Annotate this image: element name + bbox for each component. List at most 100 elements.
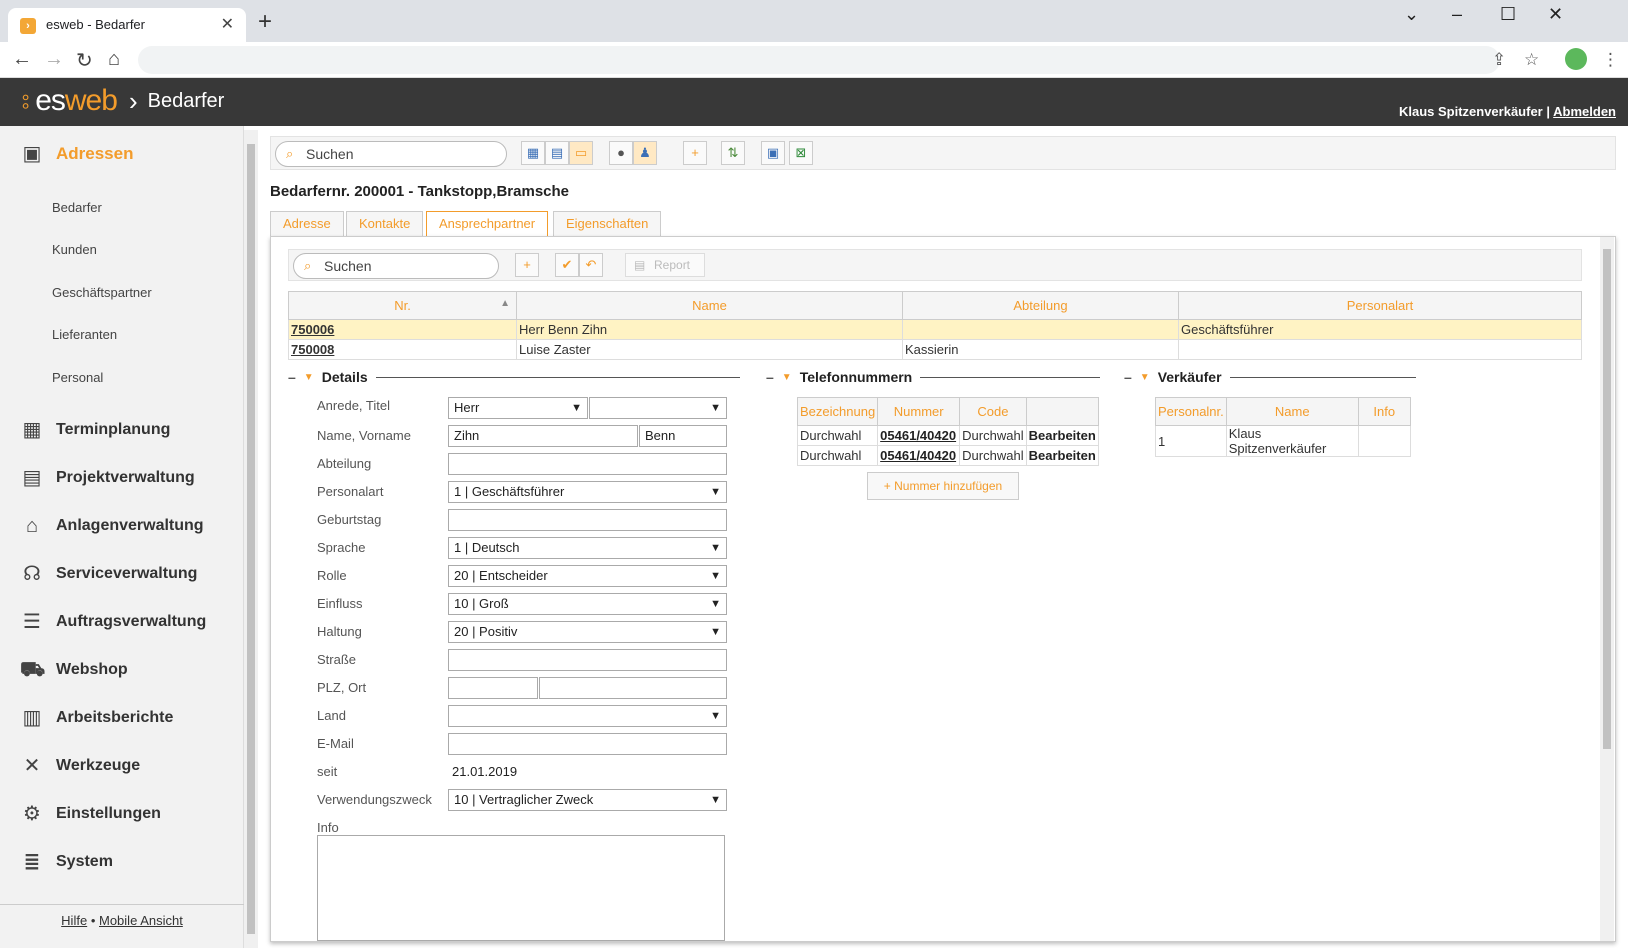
column-header-name[interactable]: Name	[516, 291, 903, 320]
share-icon[interactable]: ⇪	[1492, 50, 1506, 70]
column-header-seller-name[interactable]: Name	[1225, 397, 1359, 426]
phone-number-link[interactable]: 05461/40420	[880, 428, 956, 443]
rolle-select[interactable]: 20 | Entscheider ▼	[448, 565, 727, 587]
column-header-personalnr[interactable]: Personalnr.	[1155, 397, 1227, 426]
sort-icon[interactable]: ⇅	[721, 141, 745, 165]
sidebar-item-anlagenverwaltung[interactable]: ⌂ Anlagenverwaltung	[20, 514, 204, 538]
sidebar-sub-bedarfer[interactable]: Bedarfer	[52, 200, 102, 215]
sidebar-sub-kunden[interactable]: Kunden	[52, 242, 97, 257]
sidebar-sub-personal[interactable]: Personal	[52, 370, 103, 385]
browser-tab[interactable]: › esweb - Bedarfer ✕	[8, 8, 246, 42]
geburtstag-input[interactable]	[448, 509, 727, 531]
column-header-nummer[interactable]: Nummer	[877, 397, 961, 426]
firstname-input[interactable]: Benn	[639, 425, 727, 447]
window-close-icon[interactable]: ✕	[1548, 4, 1563, 25]
sellers-section-header[interactable]: – ▼ Verkäufer	[1124, 369, 1416, 385]
bookmark-star-icon[interactable]: ☆	[1524, 50, 1539, 70]
table-row[interactable]: 750008 Luise Zaster Kassierin	[288, 339, 1582, 360]
contact-person-icon[interactable]: ♟	[633, 141, 657, 165]
sidebar-item-system[interactable]: ≣ System	[20, 850, 113, 874]
add-icon[interactable]: +	[683, 141, 707, 165]
folder-icon[interactable]: ▭	[569, 141, 593, 165]
save-check-icon[interactable]: ✔	[555, 253, 579, 277]
detail-view-icon[interactable]: ▤	[545, 141, 569, 165]
chevron-down-icon[interactable]: ⌄	[1404, 4, 1419, 25]
tab-close-icon[interactable]: ✕	[221, 14, 234, 34]
sidebar-item-werkzeuge[interactable]: ✕ Werkzeuge	[20, 754, 141, 778]
reload-icon[interactable]: ↻	[76, 48, 93, 73]
table-view-icon[interactable]: ▦	[521, 141, 545, 165]
sidebar-sub-geschaeftspartner[interactable]: Geschäftspartner	[52, 285, 152, 300]
titel-select[interactable]: ▼	[589, 397, 727, 419]
sidebar-item-einstellungen[interactable]: ⚙ Einstellungen	[20, 802, 161, 826]
phone-number-link[interactable]: 05461/40420	[880, 448, 956, 463]
edit-phone-button[interactable]: Bearbeiten	[1025, 445, 1099, 466]
report-button[interactable]: ▤ Report	[625, 253, 705, 277]
add-contact-icon[interactable]: +	[515, 253, 539, 277]
group-icon[interactable]: ●	[609, 141, 633, 165]
tab-kontakte[interactable]: Kontakte	[346, 211, 424, 236]
column-header-code[interactable]: Code	[959, 397, 1027, 426]
phones-section-header[interactable]: – ▼ Telefonnummern	[766, 369, 1101, 385]
column-header-personalart[interactable]: Personalart	[1178, 291, 1582, 320]
personalart-select[interactable]: 1 | Geschäftsführer ▼	[448, 481, 727, 503]
browser-menu-icon[interactable]: ⋮	[1602, 50, 1619, 70]
edit-phone-button[interactable]: Bearbeiten	[1025, 425, 1099, 446]
info-textarea[interactable]	[317, 835, 725, 941]
verwendungszweck-select[interactable]: 10 | Vertraglicher Zweck ▼	[448, 789, 727, 811]
strasse-input[interactable]	[448, 649, 727, 671]
home-icon[interactable]: ⌂	[108, 48, 120, 71]
plz-input[interactable]	[448, 677, 538, 699]
sidebar-item-webshop[interactable]: ⛟ Webshop	[20, 658, 128, 682]
sidebar-item-arbeitsberichte[interactable]: ▥ Arbeitsberichte	[20, 706, 174, 730]
column-header-info[interactable]: Info	[1357, 397, 1411, 426]
email-input[interactable]	[448, 733, 727, 755]
sidebar-item-auftragsverwaltung[interactable]: ☰ Auftragsverwaltung	[20, 610, 206, 634]
details-section-header[interactable]: – ▼ Details	[288, 369, 740, 385]
anrede-select[interactable]: Herr ▼	[448, 397, 588, 419]
panel-scrollbar[interactable]	[1600, 237, 1614, 941]
contact-number-link[interactable]: 750006	[291, 322, 334, 337]
excel-export-icon[interactable]: ⊠	[789, 141, 813, 165]
table-row[interactable]: 750006 Herr Benn Zihn Geschäftsführer	[288, 319, 1582, 340]
main-search-input[interactable]: ⌕ Suchen	[275, 141, 507, 167]
einfluss-select[interactable]: 10 | Groß ▼	[448, 593, 727, 615]
forward-arrow-icon[interactable]: →	[44, 48, 64, 71]
sidebar-sub-lieferanten[interactable]: Lieferanten	[52, 327, 117, 342]
tab-ansprechpartner[interactable]: Ansprechpartner	[426, 211, 549, 237]
sidebar-item-adressen[interactable]: ▣ Adressen	[20, 142, 134, 166]
mobile-view-link[interactable]: Mobile Ansicht	[99, 913, 183, 928]
column-header-nr[interactable]: Nr. ▲	[288, 291, 517, 320]
land-select[interactable]: ▼	[448, 705, 727, 727]
back-arrow-icon[interactable]: ←	[12, 48, 32, 71]
column-header-abteilung[interactable]: Abteilung	[902, 291, 1179, 320]
tab-eigenschaften[interactable]: Eigenschaften	[553, 211, 662, 236]
haltung-select[interactable]: 20 | Positiv ▼	[448, 621, 727, 643]
help-link[interactable]: Hilfe	[61, 913, 87, 928]
panel-scroll-thumb[interactable]	[1603, 249, 1611, 749]
sidebar-item-serviceverwaltung[interactable]: ☊ Serviceverwaltung	[20, 562, 197, 586]
sprache-select[interactable]: 1 | Deutsch ▼	[448, 537, 727, 559]
sidebar-item-projektverwaltung[interactable]: ▤ Projektverwaltung	[20, 466, 195, 490]
minimize-icon[interactable]: –	[1452, 4, 1462, 25]
app-logo[interactable]: ⦂ esweb › Bedarfer	[22, 84, 224, 118]
sidebar-scrollbar[interactable]	[244, 130, 258, 948]
undo-icon[interactable]: ↶	[579, 253, 603, 277]
add-number-button[interactable]: + Nummer hinzufügen	[867, 472, 1019, 500]
sidebar-item-terminplanung[interactable]: ▦ Terminplanung	[20, 418, 171, 442]
logout-link[interactable]: Abmelden	[1553, 104, 1616, 119]
contacts-search-input[interactable]: ⌕ Suchen	[293, 253, 499, 279]
profile-avatar[interactable]	[1565, 48, 1587, 70]
ort-input[interactable]	[539, 677, 727, 699]
url-field[interactable]	[138, 46, 1500, 74]
maximize-icon[interactable]: ☐	[1500, 4, 1516, 25]
contact-number-link[interactable]: 750008	[291, 342, 334, 357]
chart-report-icon[interactable]: ▣	[761, 141, 785, 165]
tab-adresse[interactable]: Adresse	[270, 211, 344, 236]
lastname-input[interactable]: Zihn	[448, 425, 638, 447]
sidebar-scroll-thumb[interactable]	[247, 144, 255, 934]
column-header-bezeichnung[interactable]: Bezeichnung	[796, 397, 879, 426]
abteilung-input[interactable]	[448, 453, 727, 475]
new-tab-button[interactable]: +	[258, 8, 272, 36]
table-row[interactable]: 1 Klaus Spitzenverkäufer	[1155, 425, 1411, 457]
